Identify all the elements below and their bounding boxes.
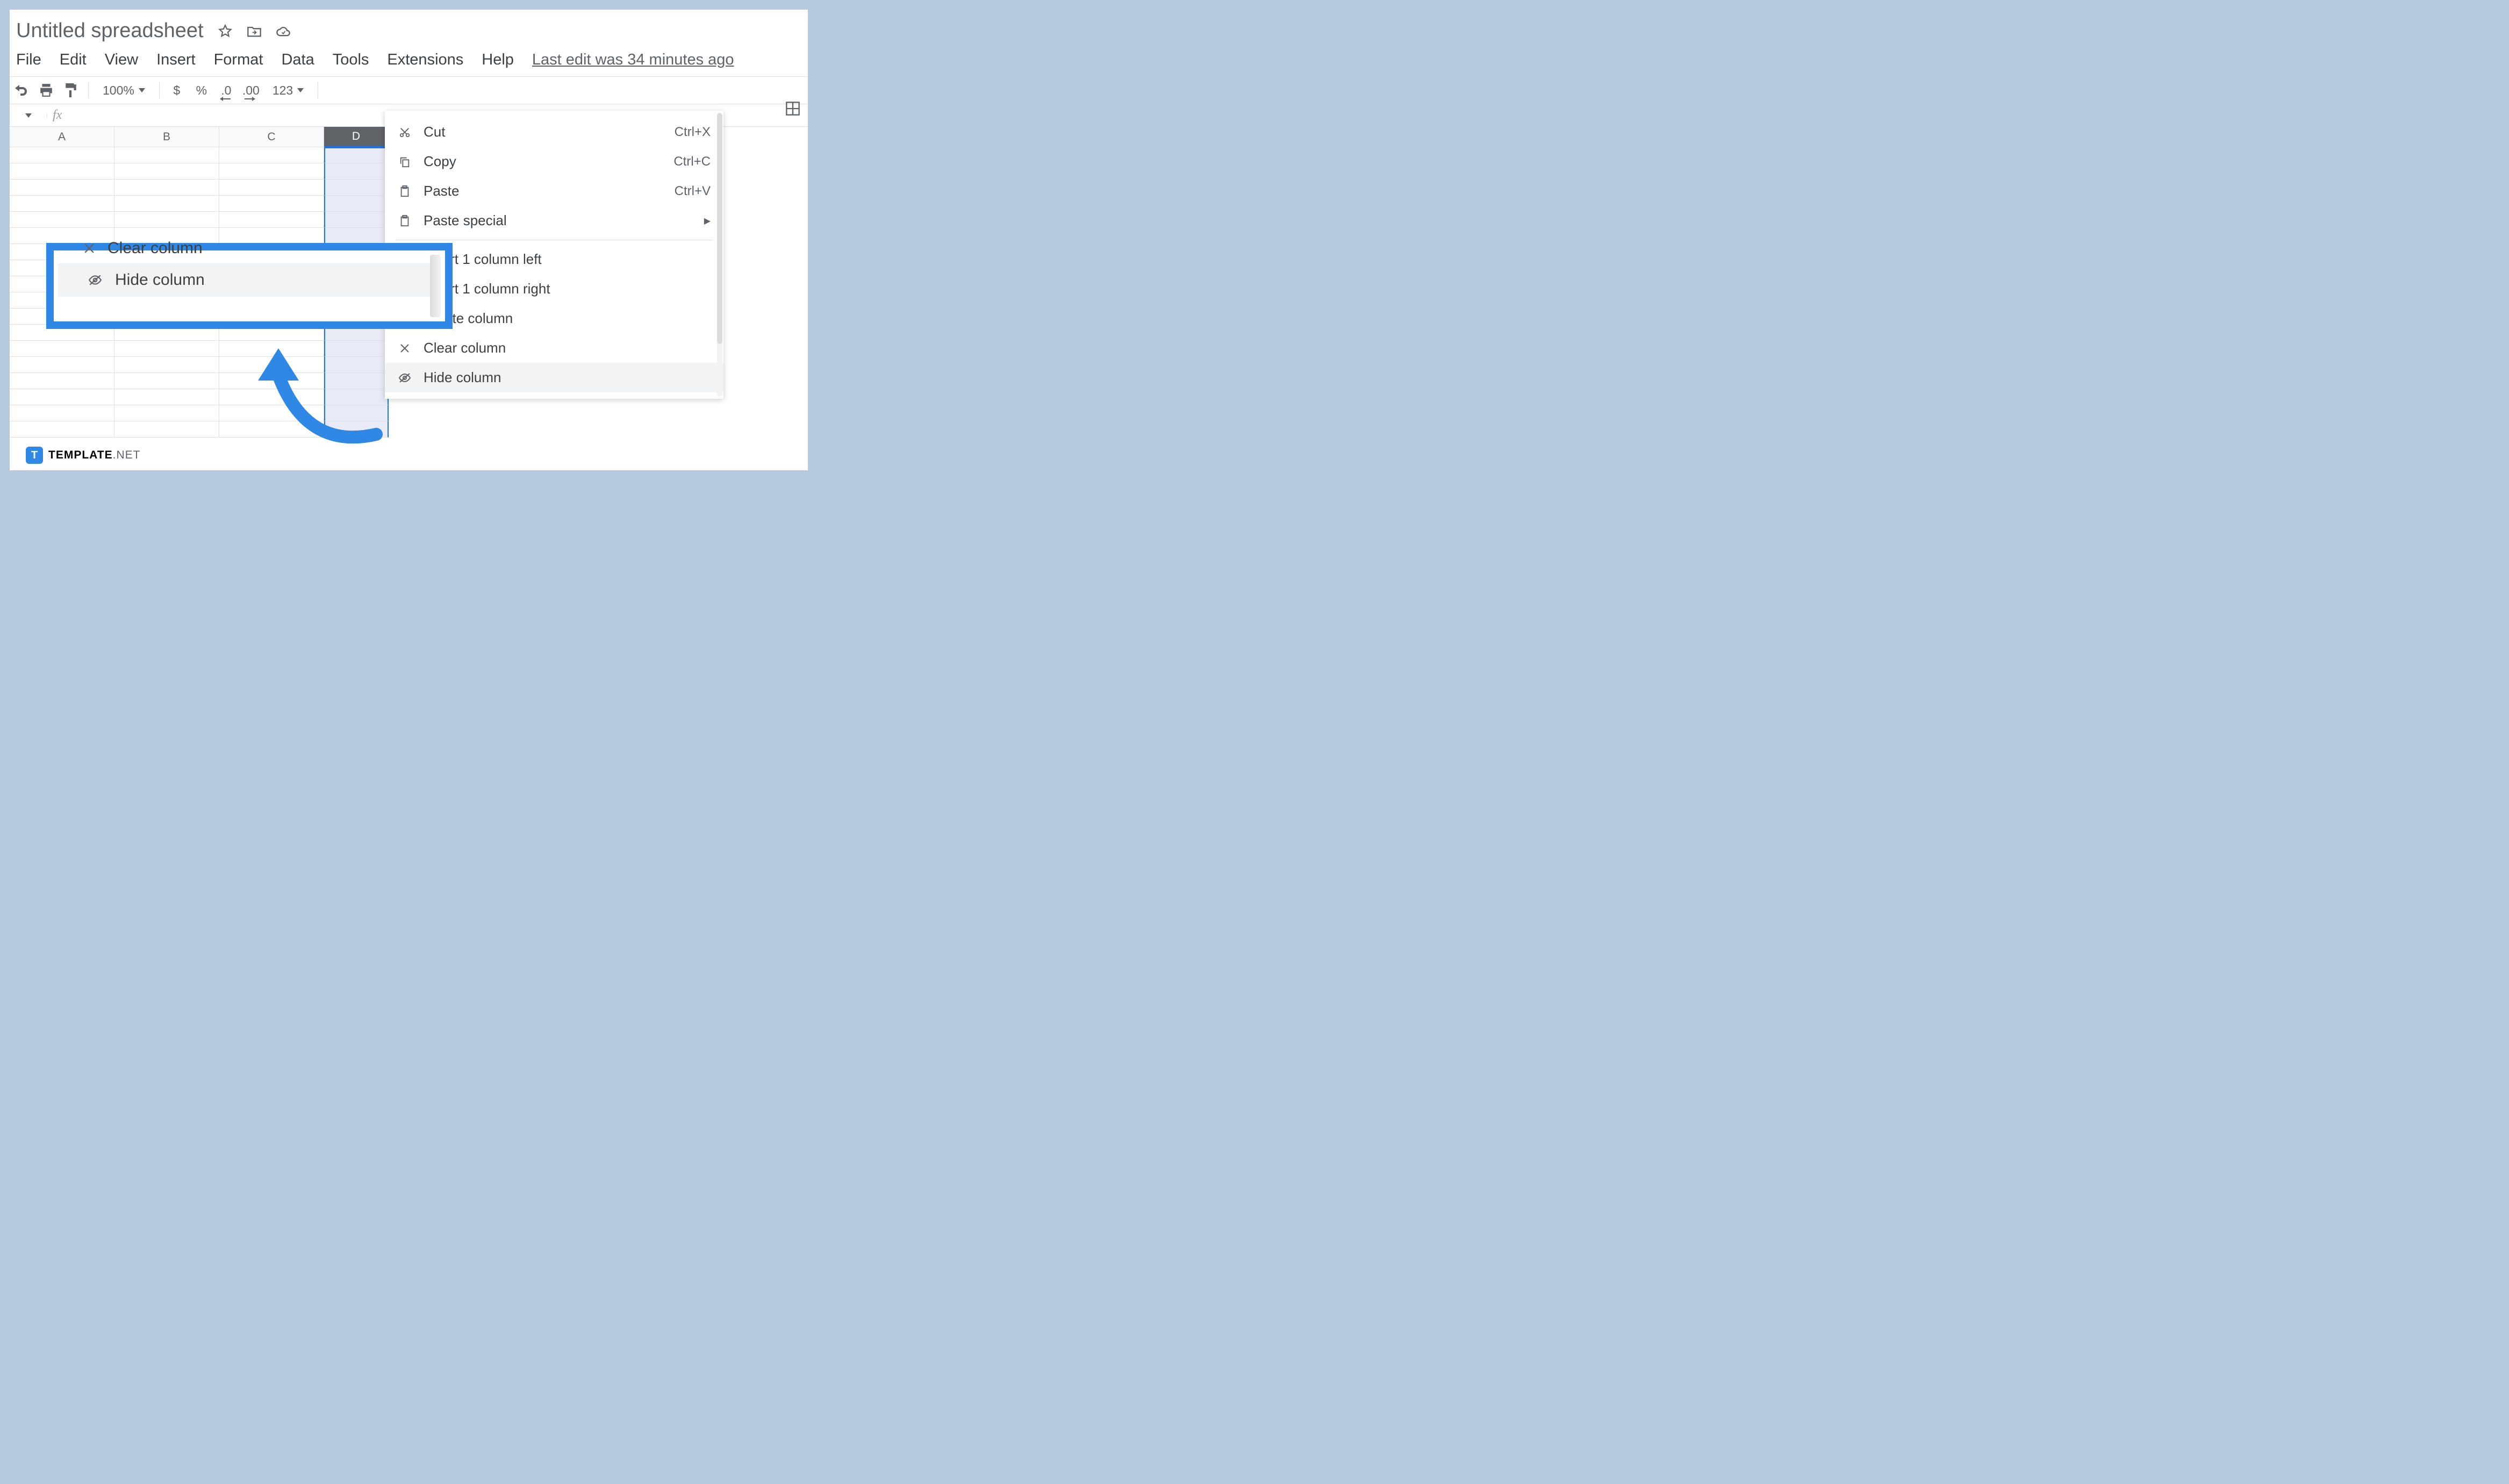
cloud-save-icon[interactable] — [276, 24, 291, 39]
context-menu-paste[interactable]: Paste Ctrl+V — [385, 176, 723, 206]
context-menu-label: Insert 1 column right — [424, 281, 711, 297]
brand-text-bold: TEMPLATE — [48, 449, 113, 461]
eye-off-icon — [398, 371, 412, 385]
context-menu-shortcut: Ctrl+V — [675, 184, 711, 199]
menu-edit[interactable]: Edit — [60, 51, 87, 69]
divider — [88, 82, 89, 98]
context-menu-cut[interactable]: Cut Ctrl+X — [385, 117, 723, 147]
app-window: Untitled spreadsheet File Edit View Inse… — [10, 10, 808, 470]
brand-text-net: .NET — [113, 449, 141, 461]
document-title[interactable]: Untitled spreadsheet — [16, 19, 204, 42]
menu-format[interactable]: Format — [214, 51, 263, 69]
callout-scrollbar — [430, 255, 441, 317]
context-menu-shortcut: Ctrl+C — [673, 154, 711, 169]
context-menu-copy[interactable]: Copy Ctrl+C — [385, 147, 723, 176]
close-icon — [84, 243, 95, 254]
column-header-a[interactable]: A — [10, 127, 114, 147]
redo-icon[interactable] — [14, 83, 29, 98]
paste-special-icon — [398, 214, 412, 228]
format-dropdown[interactable]: 123 — [268, 83, 308, 98]
zoom-dropdown[interactable]: 100% — [98, 83, 149, 98]
name-box[interactable] — [10, 113, 47, 118]
menu-tools[interactable]: Tools — [333, 51, 369, 69]
callout-clear-row: Clear column — [54, 239, 445, 258]
menu-help[interactable]: Help — [482, 51, 514, 69]
brand-icon: T — [26, 447, 43, 464]
context-menu-label: Insert 1 column left — [424, 251, 711, 268]
zoom-value: 100% — [103, 83, 134, 98]
move-folder-icon[interactable] — [247, 24, 262, 39]
borders-icon[interactable] — [785, 101, 802, 118]
menu-file[interactable]: File — [16, 51, 41, 69]
context-menu-label: Copy — [424, 153, 662, 170]
context-menu-label: Paste special — [424, 212, 692, 229]
annotation-arrow — [242, 327, 392, 450]
menu-extensions[interactable]: Extensions — [387, 51, 463, 69]
cut-icon — [398, 125, 412, 139]
star-icon[interactable] — [218, 24, 233, 39]
context-menu-hide-column[interactable]: Hide column — [385, 363, 723, 392]
print-icon[interactable] — [39, 83, 54, 98]
close-icon — [398, 341, 412, 355]
copy-icon — [398, 155, 412, 169]
callout-clear-label: Clear column — [107, 239, 203, 257]
brand-badge: T TEMPLATE.NET — [26, 447, 140, 464]
column-header-b[interactable]: B — [114, 127, 219, 147]
eye-off-icon — [88, 274, 102, 286]
submenu-arrow-icon: ▶ — [704, 216, 711, 226]
last-edit-link[interactable]: Last edit was 34 minutes ago — [532, 51, 734, 69]
context-menu-label: Hide column — [424, 369, 711, 386]
currency-button[interactable]: $ — [169, 83, 184, 98]
menu-data[interactable]: Data — [281, 51, 314, 69]
context-menu-clear-column[interactable]: Clear column — [385, 333, 723, 363]
callout-hide-row[interactable]: Hide column — [58, 263, 441, 297]
context-menu-label: Clear column — [424, 340, 711, 356]
paint-format-icon[interactable] — [63, 83, 78, 98]
fx-label: fx — [47, 108, 68, 123]
callout-box: Clear column Hide column — [46, 243, 453, 329]
menu-view[interactable]: View — [105, 51, 138, 69]
increase-decimal-button[interactable]: .00 — [243, 83, 259, 98]
decrease-decimal-button[interactable]: .0 — [219, 83, 234, 98]
callout-hide-label: Hide column — [115, 271, 205, 289]
format-value: 123 — [273, 83, 293, 98]
column-header-d[interactable]: D — [324, 127, 389, 147]
column-header-c[interactable]: C — [219, 127, 324, 147]
context-menu-label: Cut — [424, 124, 663, 140]
menu-insert[interactable]: Insert — [156, 51, 196, 69]
selected-cell[interactable] — [324, 147, 389, 163]
divider — [159, 82, 160, 98]
toolbar: 100% $ % .0 .00 123 — [10, 76, 808, 104]
context-menu-shortcut: Ctrl+X — [675, 125, 711, 140]
paste-icon — [398, 184, 412, 198]
menu-bar: File Edit View Insert Format Data Tools … — [10, 49, 808, 76]
percent-button[interactable]: % — [194, 83, 209, 98]
context-menu-paste-special[interactable]: Paste special ▶ — [385, 206, 723, 235]
context-menu-scrollbar[interactable] — [717, 113, 722, 397]
title-bar: Untitled spreadsheet — [10, 10, 808, 49]
context-menu-label: Paste — [424, 183, 663, 199]
context-menu-label: Delete column — [424, 310, 711, 327]
